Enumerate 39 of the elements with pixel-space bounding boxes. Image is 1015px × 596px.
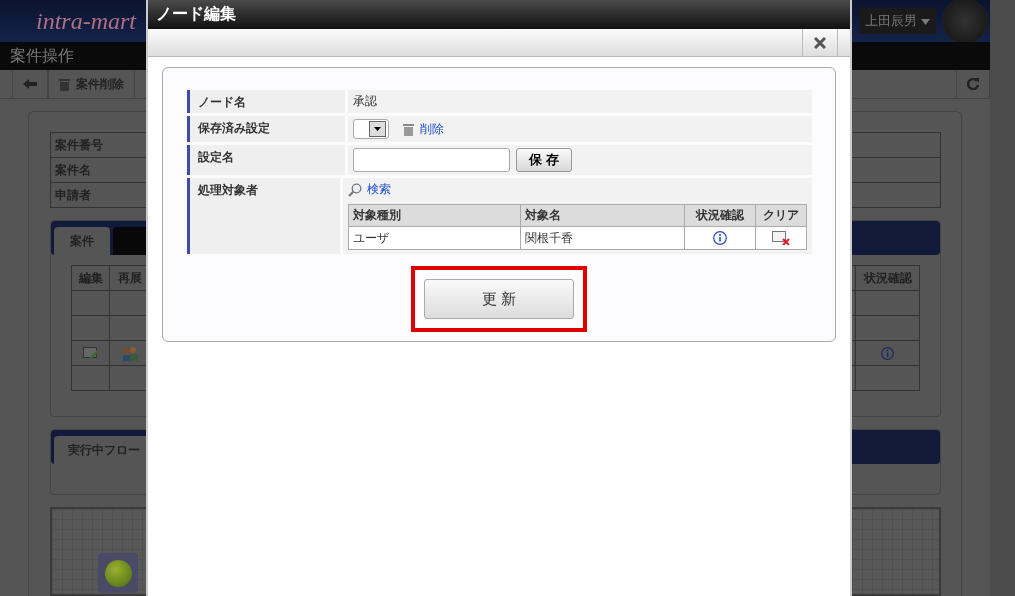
refresh-button[interactable]: [956, 70, 990, 98]
search-icon[interactable]: [347, 182, 362, 197]
user-menu[interactable]: 上田辰男: [858, 8, 936, 34]
clear-icon[interactable]: [771, 231, 790, 245]
trash-icon[interactable]: [402, 122, 414, 136]
logo-icon: [942, 0, 988, 44]
field-value: 承認: [352, 93, 377, 110]
logo: intra-mart: [36, 7, 136, 35]
close-icon: [814, 36, 826, 49]
saved-settings-dropdown[interactable]: [352, 119, 389, 139]
delete-link[interactable]: 削除: [419, 120, 444, 138]
refresh-icon: [967, 78, 979, 90]
people-icon[interactable]: [121, 345, 138, 361]
column-header: 状況確認: [684, 205, 756, 227]
field-label: ノード名: [186, 90, 345, 113]
info-icon[interactable]: [712, 231, 727, 245]
setting-name-input[interactable]: [352, 148, 510, 172]
field-label: 保存済み設定: [186, 116, 345, 142]
table-cell: [856, 291, 920, 316]
update-button[interactable]: 更 新: [424, 279, 574, 319]
back-button[interactable]: [12, 70, 48, 98]
caret-icon: [373, 127, 381, 131]
close-button[interactable]: [802, 29, 838, 56]
table-cell: 関根千香: [520, 227, 685, 250]
trash-icon: [59, 77, 70, 91]
back-arrow-icon: [23, 79, 37, 89]
start-node-icon[interactable]: [98, 553, 138, 593]
caret-icon: [921, 19, 930, 25]
save-button[interactable]: 保 存: [515, 148, 573, 172]
column-header: 対象種別: [348, 205, 521, 227]
dialog-title: ノード編集: [156, 4, 236, 25]
column-header: 対象名: [520, 205, 685, 227]
field-label: 処理対象者: [186, 178, 340, 254]
edit-icon[interactable]: [82, 346, 99, 360]
search-link[interactable]: 検索: [366, 181, 391, 198]
table-cell: ユーザ: [348, 227, 521, 250]
field-label: 設定名: [186, 145, 345, 175]
page-title: 案件操作: [10, 45, 74, 67]
column-header: クリア: [755, 205, 807, 227]
